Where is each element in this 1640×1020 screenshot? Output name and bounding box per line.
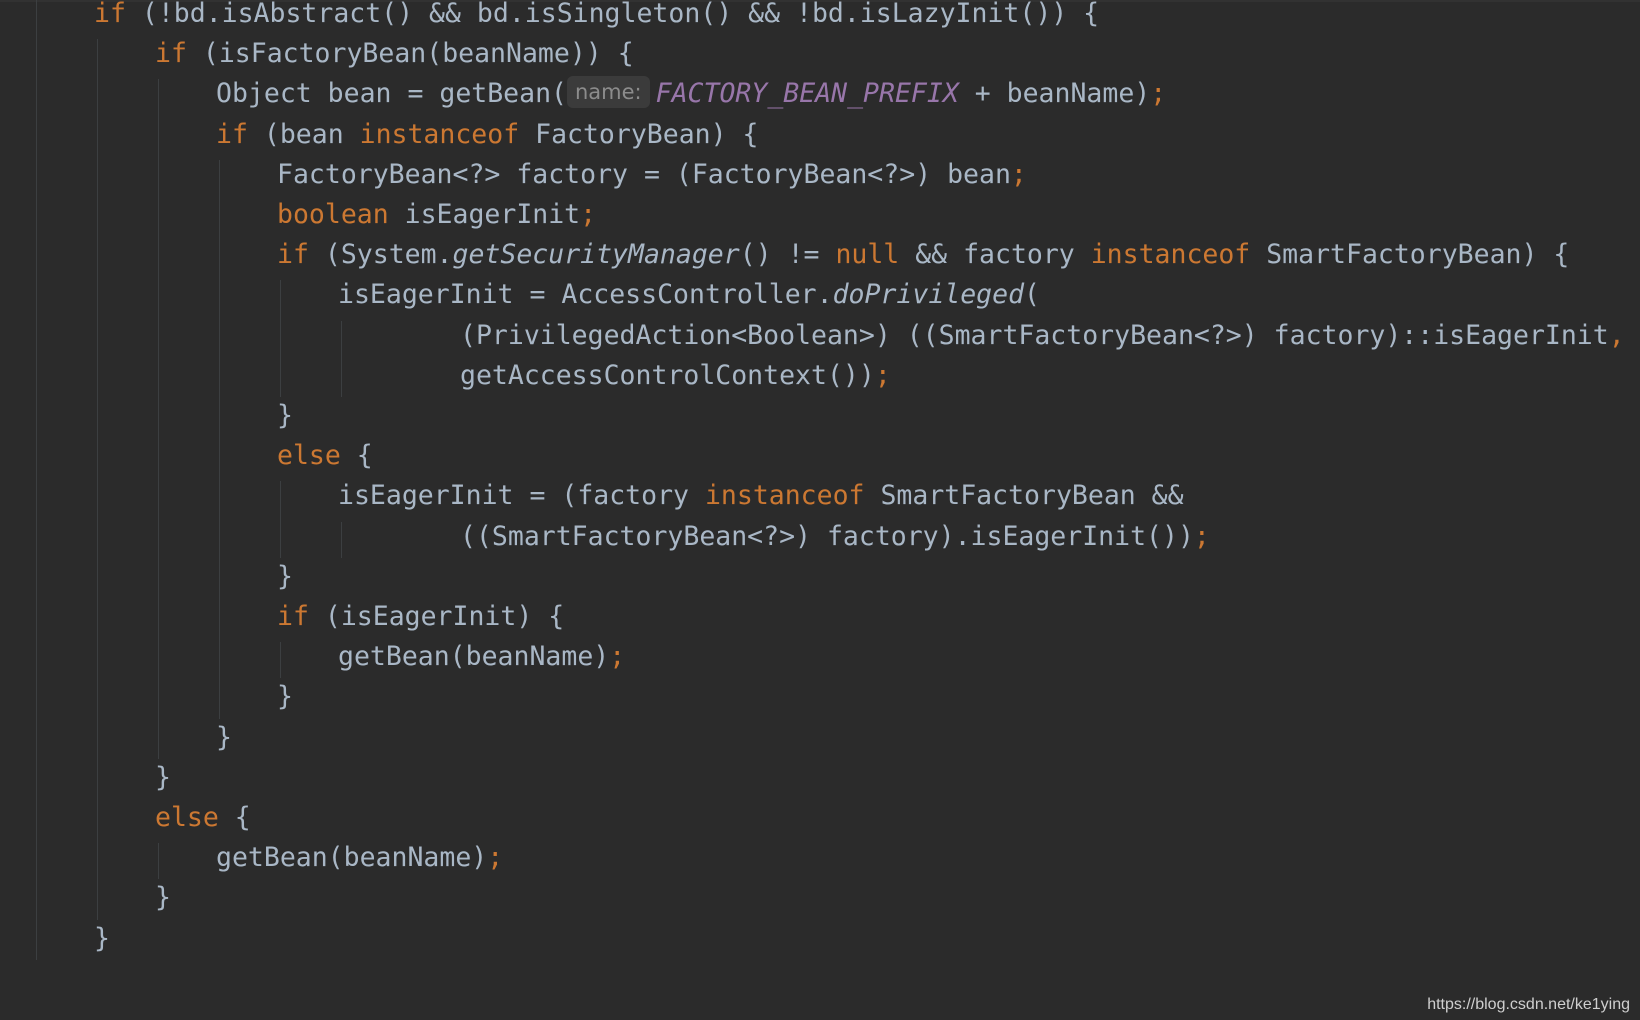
code-token: } — [277, 681, 293, 713]
code-token: Object bean = getBean( — [216, 78, 567, 110]
indent-guide — [341, 521, 342, 558]
code-token: if — [155, 38, 187, 70]
indent-guide — [97, 39, 98, 920]
code-line[interactable]: else { — [277, 435, 373, 477]
code-token: } — [155, 882, 171, 914]
code-token: ; — [580, 199, 597, 230]
code-line[interactable]: getBean(beanName); — [216, 837, 503, 879]
code-token: getSecurityManager — [452, 239, 740, 271]
code-token: getBean(beanName) — [338, 641, 610, 673]
code-line[interactable]: if (isFactoryBean(beanName)) { — [155, 33, 634, 75]
code-token: ; — [1010, 158, 1027, 190]
watermark: https://blog.csdn.net/ke1ying — [1427, 996, 1630, 1013]
indent-guide — [219, 159, 220, 719]
code-token: ( — [1024, 279, 1041, 311]
code-token: (!bd.isAbstract() && bd.isSingleton() &&… — [125, 0, 1100, 29]
code-token: else — [155, 802, 219, 833]
code-line[interactable]: (PrivilegedAction<Boolean>) ((SmartFacto… — [460, 315, 1625, 357]
code-editor[interactable]: if (!bd.isAbstract() && bd.isSingleton()… — [0, 0, 1640, 1020]
code-line[interactable]: else { — [155, 797, 251, 839]
code-token: ((SmartFactoryBean<?>) factory).isEagerI… — [460, 520, 1194, 552]
indent-guide — [36, 0, 37, 960]
code-line[interactable]: isEagerInit = (factory instanceof SmartF… — [338, 475, 1184, 517]
code-token: ; — [874, 359, 891, 391]
code-token: FactoryBean<?> factory = (FactoryBean<?>… — [277, 158, 1011, 190]
code-token: (bean — [247, 118, 360, 150]
indent-guide — [280, 481, 281, 558]
code-token: ; — [1150, 78, 1167, 110]
code-token: ; — [487, 842, 504, 874]
code-token: } — [155, 761, 171, 793]
code-line[interactable]: } — [277, 556, 293, 598]
code-token: SmartFactoryBean) { — [1250, 239, 1570, 271]
code-token: if — [277, 239, 309, 271]
code-token: isEagerInit = (factory — [338, 480, 705, 512]
code-token: boolean — [277, 199, 389, 230]
indent-guide — [280, 280, 281, 397]
code-line[interactable]: FactoryBean<?> factory = (FactoryBean<?>… — [277, 154, 1027, 196]
code-token: getBean(beanName) — [216, 842, 488, 874]
parameter-hint: name: — [567, 76, 650, 109]
code-line[interactable]: } — [277, 676, 293, 718]
code-token: isEagerInit — [388, 199, 581, 230]
code-token: FactoryBean) { — [519, 118, 759, 150]
code-token: SmartFactoryBean && — [864, 480, 1184, 512]
code-token: else — [277, 440, 341, 472]
code-token: () != — [739, 239, 836, 271]
code-token: } — [277, 400, 293, 431]
indent-guide — [280, 642, 281, 679]
code-token: { — [340, 440, 373, 472]
indent-guide — [158, 843, 159, 880]
code-token: instanceof — [359, 118, 520, 150]
code-token: FACTORY_BEAN_PREFIX — [655, 78, 959, 110]
code-token: (PrivilegedAction<Boolean>) ((SmartFacto… — [460, 319, 1609, 351]
code-line[interactable]: if (bean instanceof FactoryBean) { — [216, 114, 758, 156]
code-line[interactable]: Object bean = getBean(name: FACTORY_BEAN_… — [216, 73, 1166, 115]
code-token: instanceof — [1090, 239, 1251, 271]
code-token: if — [94, 0, 126, 29]
code-token: (isFactoryBean(beanName)) { — [186, 38, 634, 70]
code-token: ; — [609, 641, 626, 673]
code-line[interactable]: getBean(beanName); — [338, 636, 625, 678]
code-token: (isEagerInit) { — [308, 601, 565, 632]
code-token: (System. — [308, 239, 453, 271]
code-line[interactable]: } — [155, 757, 171, 799]
code-line[interactable]: if (System.getSecurityManager() != null … — [277, 234, 1569, 276]
code-line[interactable]: isEagerInit = AccessController.doPrivile… — [338, 274, 1040, 316]
code-line[interactable]: } — [277, 395, 293, 437]
code-token: instanceof — [704, 480, 865, 512]
code-token: } — [216, 721, 232, 753]
code-token: if — [216, 118, 248, 150]
indent-guide — [158, 79, 159, 759]
code-line[interactable]: if (!bd.isAbstract() && bd.isSingleton()… — [94, 0, 1099, 35]
code-line[interactable]: if (isEagerInit) { — [277, 596, 564, 638]
code-line[interactable]: } — [216, 717, 232, 759]
code-token: doPrivileged — [832, 279, 1025, 311]
code-token: } — [94, 922, 110, 954]
code-line[interactable]: boolean isEagerInit; — [277, 194, 596, 236]
code-line[interactable]: getAccessControlContext()); — [460, 355, 891, 397]
code-line[interactable]: } — [94, 918, 110, 960]
code-token: } — [277, 560, 293, 592]
code-token: , — [1608, 319, 1625, 351]
code-token: getAccessControlContext()) — [460, 359, 875, 391]
code-line[interactable]: } — [155, 877, 171, 919]
code-line[interactable]: ((SmartFactoryBean<?>) factory).isEagerI… — [460, 516, 1210, 558]
code-token: isEagerInit = AccessController. — [338, 279, 833, 311]
code-token: if — [277, 601, 309, 632]
indent-guide — [341, 320, 342, 397]
code-token: null — [835, 239, 900, 271]
code-token: ; — [1193, 520, 1210, 552]
code-token: { — [218, 802, 251, 833]
code-token: && factory — [899, 239, 1091, 271]
code-token: + beanName) — [958, 78, 1151, 110]
